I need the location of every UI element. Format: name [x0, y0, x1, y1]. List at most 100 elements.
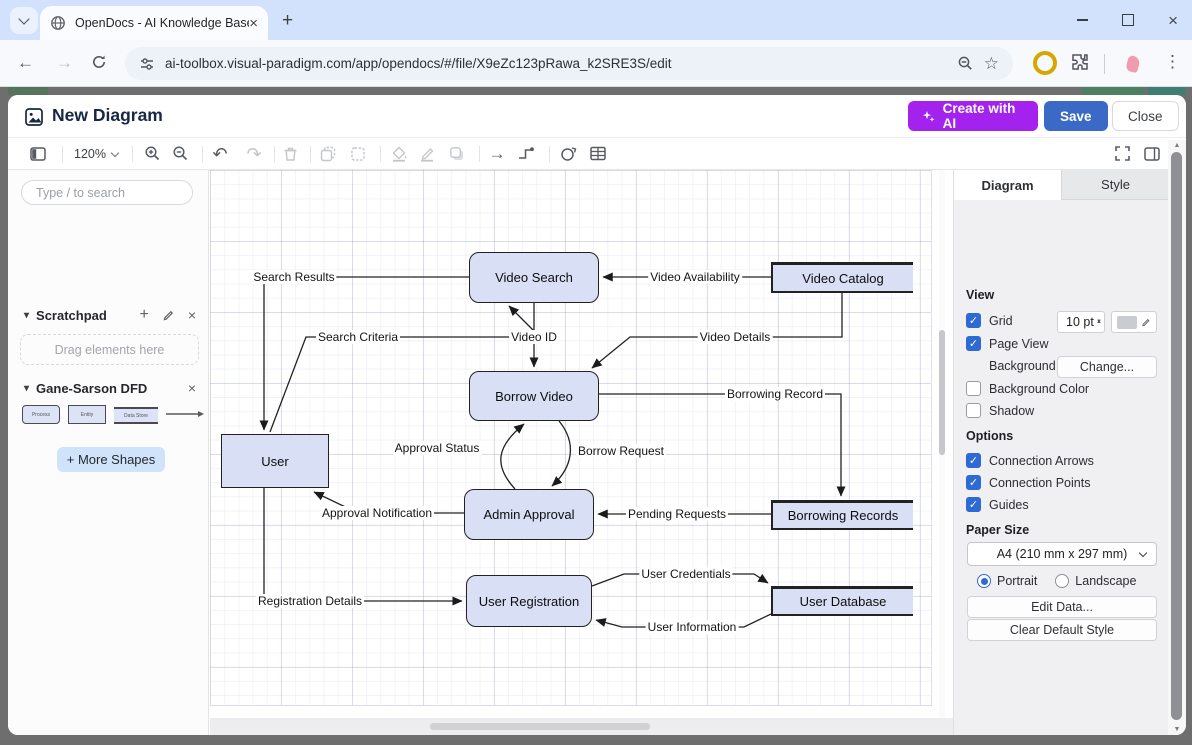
- window-maximize-icon[interactable]: [1122, 14, 1134, 26]
- canvas-horizontal-scrollbar[interactable]: [210, 718, 953, 735]
- background-color-checkbox[interactable]: [966, 381, 981, 396]
- collapse-caret-icon[interactable]: ▾: [24, 383, 29, 394]
- shape-search[interactable]: [21, 180, 193, 205]
- shape-thumb-process[interactable]: Process: [22, 405, 60, 424]
- edge-label-0[interactable]: Search Results: [251, 270, 336, 284]
- fill-color-icon[interactable]: [386, 138, 414, 169]
- edge-label-5[interactable]: Borrowing Record: [725, 387, 825, 401]
- straight-connector-icon[interactable]: →: [483, 138, 511, 169]
- diagram-node-borrow-video[interactable]: Borrow Video: [469, 371, 599, 421]
- shape-thumb-data-store[interactable]: Data Store: [114, 407, 158, 424]
- paste-style-icon[interactable]: [344, 138, 372, 169]
- toggle-right-panel-icon[interactable]: [1138, 138, 1166, 169]
- toggle-left-panel-icon[interactable]: [24, 138, 52, 169]
- clear-default-style-button[interactable]: Clear Default Style: [967, 619, 1157, 641]
- redo-icon[interactable]: ↷: [240, 138, 268, 169]
- back-icon[interactable]: ←: [17, 53, 34, 73]
- edge-label-12[interactable]: User Information: [646, 620, 739, 634]
- page-scroll-thumb[interactable]: [1171, 152, 1182, 720]
- menu-kebab-icon[interactable]: ⋮: [1164, 52, 1181, 72]
- shapes-section-close-icon[interactable]: ×: [188, 380, 196, 396]
- shape-thumb-flow-arrow[interactable]: [166, 410, 204, 418]
- site-settings-icon[interactable]: [139, 56, 155, 72]
- scratchpad-add-icon[interactable]: +: [139, 306, 148, 324]
- fullscreen-icon[interactable]: [1108, 138, 1136, 169]
- edge-label-6[interactable]: Approval Status: [393, 441, 482, 455]
- save-button[interactable]: Save: [1044, 101, 1108, 131]
- diagram-node-video-catalog[interactable]: Video Catalog: [771, 262, 913, 293]
- more-shapes-button[interactable]: + More Shapes: [57, 447, 165, 472]
- browser-tab[interactable]: OpenDocs - AI Knowledge Base ×: [40, 6, 268, 40]
- bookmark-star-icon[interactable]: ☆: [984, 54, 999, 74]
- url-text[interactable]: ai-toolbox.visual-paradigm.com/app/opend…: [165, 56, 947, 71]
- zoom-in-icon[interactable]: [138, 138, 166, 169]
- edge-label-1[interactable]: Search Criteria: [316, 330, 400, 344]
- edge-label-2[interactable]: Video Availability: [648, 270, 742, 284]
- close-button[interactable]: Close: [1112, 101, 1179, 131]
- scratchpad-close-icon[interactable]: ×: [188, 307, 196, 323]
- url-bar[interactable]: ai-toolbox.visual-paradigm.com/app/opend…: [125, 47, 1013, 80]
- edge-label-10[interactable]: Registration Details: [256, 594, 364, 608]
- tab-search-chevron-button[interactable]: [10, 7, 38, 34]
- edge-label-11[interactable]: User Credentials: [639, 567, 732, 581]
- edge-label-4[interactable]: Video Details: [698, 330, 773, 344]
- tab-close-icon[interactable]: ×: [249, 16, 258, 31]
- diagram-node-borrowing-records[interactable]: Borrowing Records: [771, 500, 913, 530]
- reload-icon[interactable]: [90, 53, 108, 71]
- edge-label-8[interactable]: Approval Notification: [320, 506, 434, 520]
- grid-color-button[interactable]: [1111, 311, 1157, 333]
- table-icon[interactable]: [583, 138, 613, 169]
- grid-checkbox[interactable]: [966, 313, 981, 328]
- forward-icon[interactable]: →: [56, 53, 73, 73]
- line-color-icon[interactable]: [414, 138, 442, 169]
- diagram-node-user-database[interactable]: User Database: [771, 586, 913, 616]
- scroll-up-icon[interactable]: ▲: [1168, 142, 1186, 149]
- grid-size-spinner[interactable]: 10 pt ▲▼: [1057, 311, 1105, 333]
- edge-label-7[interactable]: Borrow Request: [576, 444, 666, 458]
- canvas-hscroll-thumb[interactable]: [430, 723, 650, 730]
- tab-diagram[interactable]: Diagram: [954, 170, 1061, 200]
- tab-style[interactable]: Style: [1061, 170, 1169, 200]
- connection-arrows-checkbox[interactable]: [966, 453, 981, 468]
- page-view-checkbox[interactable]: [966, 336, 981, 351]
- page-zoom-icon[interactable]: [957, 55, 974, 72]
- shadow-icon[interactable]: [443, 138, 471, 169]
- zoom-out-icon[interactable]: [166, 138, 194, 169]
- shape-thumb-entity[interactable]: Entity: [68, 405, 106, 424]
- scratchpad-edit-icon[interactable]: [162, 309, 175, 322]
- canvas-vscroll-thumb[interactable]: [939, 330, 945, 455]
- canvas-vertical-scrollbar[interactable]: [939, 170, 945, 718]
- edge-label-9[interactable]: Pending Requests: [626, 507, 728, 521]
- zoom-level-dropdown[interactable]: 120%: [70, 138, 122, 169]
- portrait-radio[interactable]: [977, 574, 991, 588]
- diagram-node-video-search[interactable]: Video Search: [469, 252, 599, 303]
- connection-points-checkbox[interactable]: [966, 475, 981, 490]
- paper-size-select[interactable]: A4 (210 mm x 297 mm): [967, 542, 1157, 566]
- elbow-connector-icon[interactable]: [511, 138, 541, 169]
- landscape-radio[interactable]: [1055, 574, 1069, 588]
- scratchpad-dropzone[interactable]: Drag elements here: [20, 334, 199, 365]
- new-tab-button[interactable]: +: [282, 10, 293, 32]
- diagram-node-user-registration[interactable]: User Registration: [466, 575, 592, 627]
- diagram-node-user[interactable]: User: [221, 434, 329, 488]
- page-scrollbar[interactable]: ▲ ▼: [1168, 140, 1186, 735]
- window-minimize-icon[interactable]: [1077, 19, 1088, 21]
- undo-icon[interactable]: ↶: [206, 138, 234, 169]
- shadow-checkbox[interactable]: [966, 403, 981, 418]
- edit-data-button[interactable]: Edit Data...: [967, 596, 1157, 618]
- diagram-canvas[interactable]: Video Search Video Catalog Borrow Video Use…: [210, 170, 953, 735]
- window-close-icon[interactable]: ×: [1168, 12, 1178, 29]
- scroll-down-icon[interactable]: ▼: [1168, 726, 1186, 733]
- guides-checkbox[interactable]: [966, 497, 981, 512]
- diagram-node-admin-approval[interactable]: Admin Approval: [464, 489, 594, 540]
- extensions-puzzle-icon[interactable]: [1070, 52, 1091, 73]
- delete-icon[interactable]: [276, 138, 304, 169]
- background-change-button[interactable]: Change...: [1057, 356, 1157, 378]
- shape-search-input[interactable]: [34, 185, 180, 201]
- collapse-caret-icon[interactable]: ▾: [24, 310, 29, 321]
- copy-icon[interactable]: [314, 138, 342, 169]
- shape-replace-icon[interactable]: [553, 138, 583, 169]
- extension-ring-icon[interactable]: [1033, 51, 1057, 75]
- create-with-ai-button[interactable]: Create with AI: [908, 101, 1038, 131]
- edge-label-3[interactable]: Video ID: [509, 330, 559, 344]
